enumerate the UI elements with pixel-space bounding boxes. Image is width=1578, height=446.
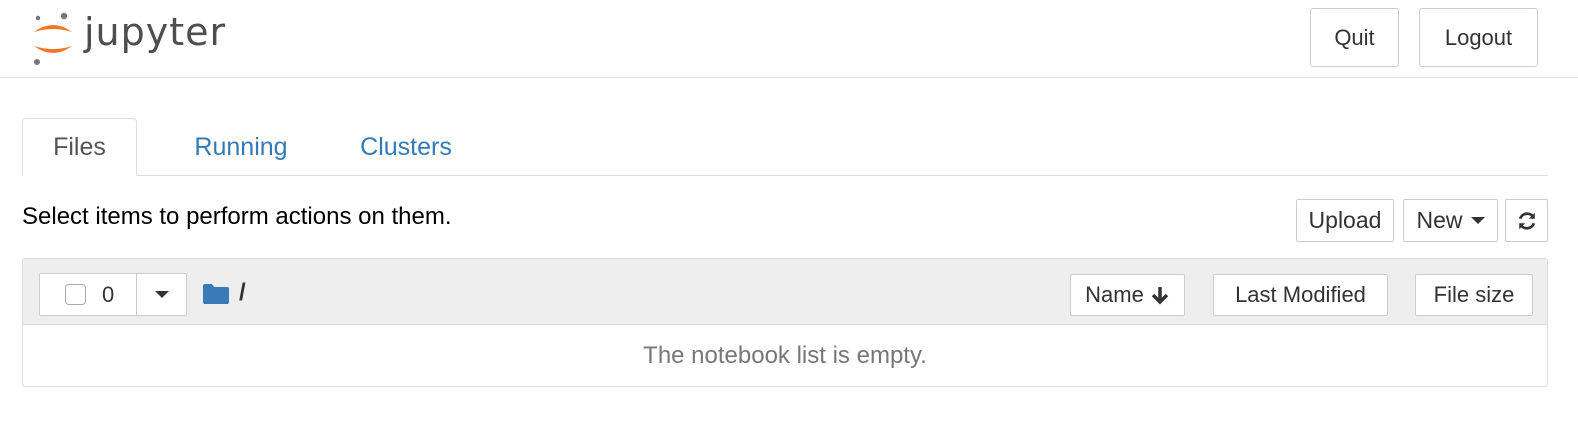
sort-name-label: Name [1085, 282, 1144, 307]
refresh-icon [1518, 211, 1535, 230]
jupyter-logo-icon [34, 12, 72, 65]
sort-by-name-button[interactable]: Name [1070, 274, 1185, 316]
breadcrumb-root-path[interactable]: / [239, 279, 246, 307]
logout-button[interactable]: Logout [1419, 8, 1538, 67]
arrow-down-icon [1151, 287, 1169, 305]
caret-down-icon [154, 291, 169, 298]
tab-bar: Files Running Clusters [22, 118, 1548, 176]
new-dropdown-button[interactable]: New [1403, 199, 1498, 242]
logo-text: jupyter [84, 10, 227, 54]
header: jupyter Quit Logout [0, 0, 1578, 78]
tab-running[interactable]: Running [162, 118, 320, 176]
new-button-label: New [1416, 207, 1463, 233]
refresh-button[interactable] [1505, 199, 1548, 242]
instructions-text: Select items to perform actions on them. [22, 203, 452, 230]
caret-down-icon [1470, 217, 1485, 224]
selection-dropdown-button[interactable] [137, 274, 186, 315]
breadcrumb: / [203, 279, 246, 307]
notebook-list: 0 / Name Last Modified File size The not… [22, 258, 1548, 387]
sort-by-file-size-button[interactable]: File size [1415, 274, 1533, 316]
select-all-button[interactable]: 0 [40, 274, 137, 315]
empty-list-message: The notebook list is empty. [643, 341, 927, 369]
tab-files[interactable]: Files [22, 118, 137, 176]
notebook-list-header: 0 / Name Last Modified File size [23, 259, 1547, 325]
selected-count: 0 [102, 281, 115, 307]
sort-by-last-modified-button[interactable]: Last Modified [1213, 274, 1388, 316]
select-all-checkbox[interactable] [65, 284, 86, 305]
quit-button[interactable]: Quit [1310, 8, 1399, 67]
folder-icon[interactable] [203, 283, 229, 304]
upload-button[interactable]: Upload [1296, 199, 1394, 242]
tab-clusters[interactable]: Clusters [324, 118, 488, 176]
select-all-group: 0 [39, 273, 187, 316]
jupyter-logo[interactable]: jupyter [28, 10, 226, 68]
